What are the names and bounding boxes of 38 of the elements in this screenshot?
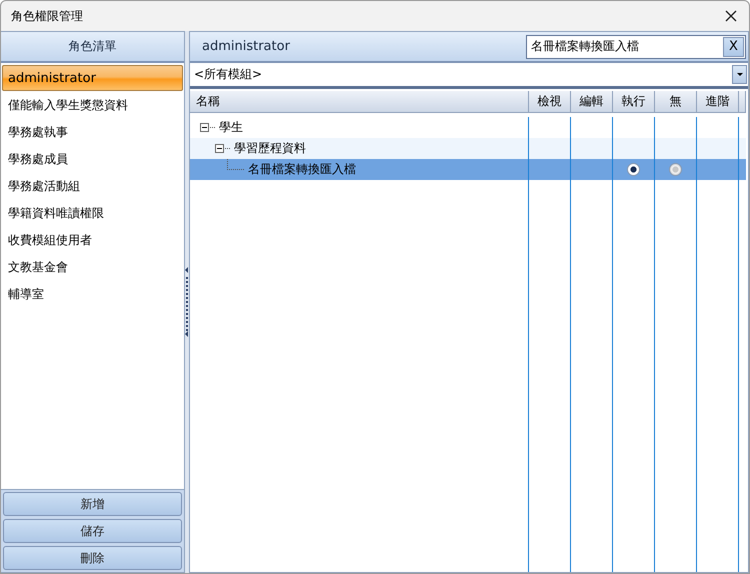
clear-button[interactable]: X <box>723 36 744 56</box>
search-field[interactable]: 名冊檔案轉換匯入檔 X <box>526 34 746 58</box>
role-item[interactable]: 文教基金會 <box>2 254 183 280</box>
role-item[interactable]: 學務處執事 <box>2 119 183 145</box>
column-header[interactable]: 編輯 <box>571 91 613 112</box>
role-item[interactable]: 學籍資料唯讀權限 <box>2 200 183 226</box>
module-dropdown[interactable]: <所有模組> <box>190 63 748 89</box>
tree-row[interactable]: 學習歷程資料 <box>190 138 746 159</box>
splitter-grip-icon[interactable] <box>185 267 189 337</box>
role-item[interactable]: 學務處活動組 <box>2 173 183 199</box>
radio-button[interactable] <box>670 164 681 175</box>
tree-node-label: 學習歷程資料 <box>234 140 306 157</box>
role-item[interactable]: 收費模組使用者 <box>2 227 183 253</box>
column-header[interactable]: 無 <box>655 91 697 112</box>
role-item[interactable]: 學務處成員 <box>2 146 183 172</box>
action-button[interactable]: 儲存 <box>3 519 182 543</box>
action-button[interactable]: 刪除 <box>3 546 182 570</box>
collapse-icon[interactable] <box>215 144 231 153</box>
panel-title: 角色清單 <box>68 38 118 55</box>
caret-icon <box>736 73 742 76</box>
dropdown-value: <所有模組> <box>194 66 262 83</box>
column-header[interactable]: 檢視 <box>529 91 571 112</box>
role-item[interactable]: administrator <box>2 65 183 91</box>
action-button[interactable]: 新增 <box>3 492 182 516</box>
tree-node-label: 學生 <box>219 119 243 136</box>
panel-title: administrator <box>202 39 290 54</box>
tree-connector <box>227 159 245 170</box>
role-item[interactable]: 輔導室 <box>2 281 183 307</box>
tree-row[interactable]: 名冊檔案轉換匯入檔 <box>190 159 746 180</box>
column-header[interactable]: 進階 <box>697 91 739 112</box>
close-icon <box>725 10 737 22</box>
tree-node-label: 名冊檔案轉換匯入檔 <box>248 161 356 178</box>
role-item[interactable]: 僅能輸入學生獎懲資料 <box>2 92 183 118</box>
window-title: 角色權限管理 <box>11 8 83 24</box>
collapse-icon[interactable] <box>200 123 216 132</box>
column-header[interactable]: 名稱 <box>190 91 529 112</box>
column-header[interactable]: 執行 <box>613 91 655 112</box>
dropdown-button[interactable] <box>732 65 747 84</box>
